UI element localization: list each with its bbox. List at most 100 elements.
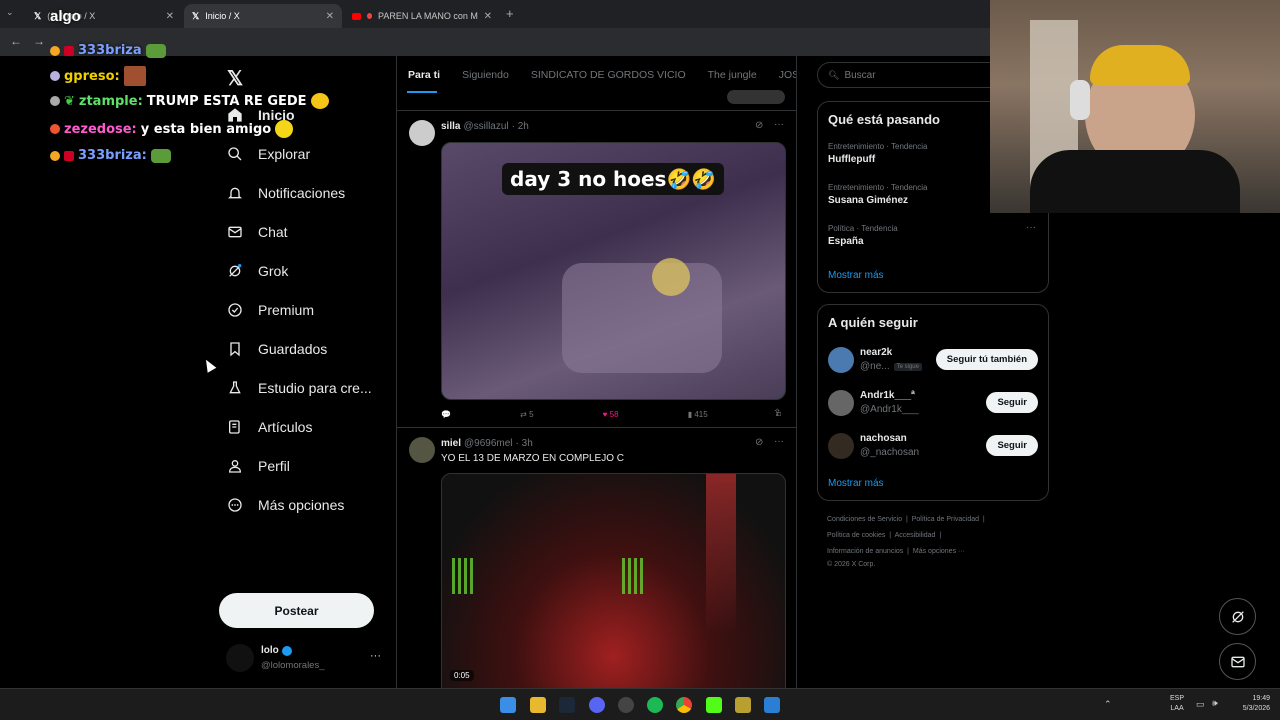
nav-item-articulos[interactable]: Artículos bbox=[226, 418, 312, 436]
follow-button[interactable]: Seguir bbox=[986, 435, 1038, 456]
avatar[interactable] bbox=[409, 437, 435, 463]
nav-item-chat[interactable]: Chat bbox=[226, 223, 288, 241]
tray-chevron-icon[interactable]: ⌃ bbox=[1104, 699, 1112, 710]
nav-item-guardados[interactable]: Guardados bbox=[226, 340, 327, 358]
messages-floating-button[interactable] bbox=[1219, 643, 1256, 680]
tab-2[interactable]: 𝕏 Inicio / X ✕ bbox=[184, 4, 342, 28]
tweet-author[interactable]: miel bbox=[441, 438, 461, 449]
grok-icon[interactable]: ⊘ bbox=[755, 120, 763, 131]
tab-list-icon[interactable]: ⌄ bbox=[6, 7, 14, 18]
tab-para-ti[interactable]: Para ti bbox=[397, 69, 451, 81]
tweet[interactable]: silla @ssillazul · 2h ⊘ ··· day 3 no hoe… bbox=[397, 112, 796, 428]
tweet-time: · 2h bbox=[511, 121, 529, 132]
obs-icon[interactable] bbox=[618, 697, 634, 713]
chrome-icon[interactable] bbox=[676, 697, 692, 713]
steam-icon[interactable] bbox=[559, 697, 575, 713]
nav-item-notificaciones[interactable]: Notificaciones bbox=[226, 184, 345, 202]
clock[interactable]: 19:49 5/3/2026 bbox=[1232, 694, 1270, 714]
follow-suggestion[interactable]: Andr1k___ª @Andr1k___ bbox=[860, 390, 919, 415]
tweet-author[interactable]: silla bbox=[441, 121, 460, 132]
footer-link[interactable]: Más opciones ··· bbox=[913, 548, 965, 555]
close-icon[interactable]: ✕ bbox=[484, 11, 492, 22]
shirt-shape bbox=[1030, 150, 1240, 213]
grok-floating-button[interactable] bbox=[1219, 598, 1256, 635]
avatar[interactable] bbox=[409, 120, 435, 146]
discord-icon[interactable] bbox=[589, 697, 605, 713]
follow-suggestion[interactable]: nachosan @_nachosan bbox=[860, 433, 919, 458]
back-icon[interactable]: ← bbox=[10, 34, 22, 48]
nav-item-premium[interactable]: Premium bbox=[226, 301, 314, 319]
tab-sindicato[interactable]: SINDICATO DE GORDOS VICIO bbox=[520, 69, 697, 81]
tab-3[interactable]: PAREN LA MANO con MA... ✕ bbox=[344, 4, 500, 28]
follow-suggestion[interactable]: near2k @ne... Te sigue bbox=[860, 347, 922, 372]
layout-code: LAA bbox=[1170, 705, 1184, 712]
tweet-video[interactable]: 0:05 bbox=[441, 473, 786, 688]
grok-icon bbox=[226, 262, 244, 280]
kick-icon[interactable] bbox=[706, 697, 722, 713]
nav-item-mas-opciones[interactable]: Más opciones bbox=[226, 496, 344, 514]
like-button[interactable]: ♥ 58 bbox=[603, 410, 619, 419]
footer-link[interactable]: Política de cookies bbox=[827, 532, 885, 539]
badge-icon bbox=[50, 124, 60, 134]
language-indicator[interactable]: ESP LAA bbox=[1170, 694, 1184, 714]
new-tab-button[interactable]: + bbox=[506, 6, 514, 21]
spotify-icon[interactable] bbox=[647, 697, 663, 713]
clock-time: 19:49 bbox=[1252, 695, 1270, 702]
footer-link[interactable]: Accesibilidad bbox=[895, 532, 936, 539]
app-icon[interactable] bbox=[735, 697, 751, 713]
x-logo-icon[interactable]: 𝕏 bbox=[227, 66, 243, 91]
tab-the-jungle[interactable]: The jungle bbox=[697, 69, 768, 81]
show-more-link[interactable]: Mostrar más bbox=[828, 478, 884, 489]
chat-user: zezedose: bbox=[64, 121, 137, 137]
account-name[interactable]: lolo bbox=[261, 645, 292, 656]
trend-item[interactable]: Entretenimiento · Tendencia Susana Gimén… bbox=[828, 183, 927, 206]
share-icon[interactable]: ⇪ bbox=[773, 408, 781, 419]
more-icon bbox=[226, 496, 244, 514]
network-icon[interactable]: ▭ bbox=[1196, 699, 1205, 710]
footer-link[interactable]: Condiciones de Servicio bbox=[827, 516, 902, 523]
tweet-image[interactable]: day 3 no hoes🤣🤣 bbox=[441, 142, 786, 400]
bookmark-icon bbox=[226, 340, 244, 358]
notepad-icon[interactable] bbox=[764, 697, 780, 713]
tab-siguiendo[interactable]: Siguiendo bbox=[451, 69, 520, 81]
follow-button[interactable]: Seguir bbox=[986, 392, 1038, 413]
tweet-time: · 3h bbox=[515, 438, 533, 449]
trend-item[interactable]: Entretenimiento · Tendencia Hufflepuff bbox=[828, 142, 927, 165]
tweet[interactable]: miel @9696mel · 3h ⊘ ··· YO EL 13 DE MAR… bbox=[397, 429, 796, 688]
avatar[interactable] bbox=[828, 390, 854, 416]
volume-icon[interactable]: 🕪︎ bbox=[1212, 698, 1218, 709]
follow-back-button[interactable]: Seguir tú también bbox=[935, 349, 1038, 370]
badge-icon bbox=[50, 150, 60, 161]
more-icon[interactable]: ··· bbox=[774, 436, 784, 447]
taskbar: ⌃ ESP LAA ▭ 🕪︎ 19:49 5/3/2026 bbox=[0, 688, 1280, 720]
views-button[interactable]: ▮ 415 bbox=[688, 410, 708, 419]
nav-item-estudio[interactable]: Estudio para cre... bbox=[226, 379, 372, 397]
close-icon[interactable]: ✕ bbox=[326, 11, 334, 22]
language-code: ESP bbox=[1170, 695, 1185, 702]
nav-item-grok[interactable]: Grok bbox=[226, 262, 288, 280]
pepe-emote-icon bbox=[145, 43, 166, 58]
more-icon[interactable]: ··· bbox=[774, 119, 784, 130]
grok-icon[interactable]: ⊘ bbox=[755, 437, 763, 448]
footer-link[interactable]: Información de anuncios bbox=[827, 548, 903, 555]
reply-icon[interactable]: 💬 bbox=[441, 410, 451, 419]
avatar[interactable] bbox=[828, 347, 854, 373]
forward-icon[interactable]: → bbox=[33, 34, 45, 48]
trend-item[interactable]: Política · Tendencia España bbox=[828, 224, 898, 247]
windows-start-icon[interactable] bbox=[500, 697, 516, 713]
avatar[interactable] bbox=[828, 433, 854, 459]
post-button[interactable]: Postear bbox=[219, 593, 374, 628]
account-handle: @lolomorales_ bbox=[261, 660, 325, 671]
nav-item-perfil[interactable]: Perfil bbox=[226, 457, 290, 475]
file-explorer-icon[interactable] bbox=[530, 697, 546, 713]
avatar[interactable] bbox=[226, 644, 254, 672]
footer-link[interactable]: Política de Privacidad bbox=[912, 516, 979, 523]
nav-item-explorar[interactable]: Explorar bbox=[226, 145, 310, 163]
tab-joseo[interactable]: JOSEO bbox=[768, 69, 796, 81]
post-disabled-button[interactable] bbox=[727, 90, 785, 104]
more-icon[interactable]: ··· bbox=[1026, 222, 1036, 233]
close-icon[interactable]: ✕ bbox=[166, 11, 174, 22]
account-menu-icon[interactable]: ··· bbox=[370, 650, 381, 662]
retweet-button[interactable]: ⇄ 5 bbox=[520, 410, 533, 419]
show-more-link[interactable]: Mostrar más bbox=[828, 270, 884, 281]
